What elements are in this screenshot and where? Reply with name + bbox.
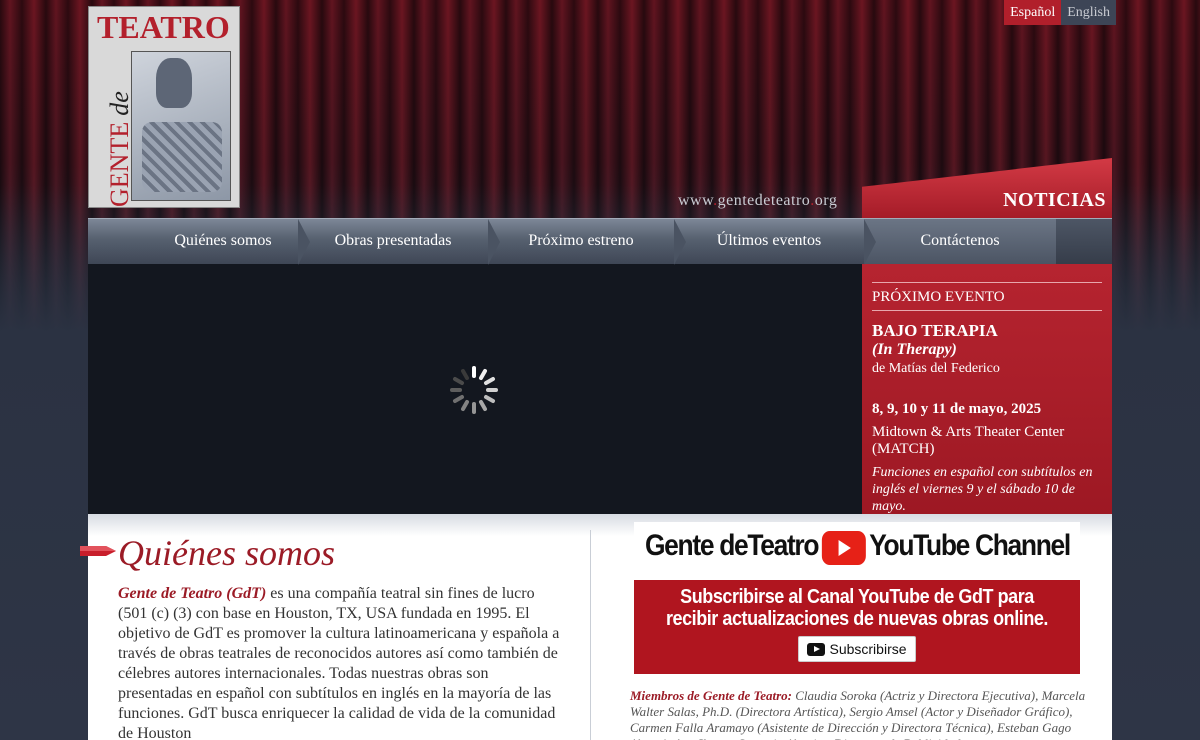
loading-spinner-icon — [450, 366, 498, 414]
youtube-brand-bar: Gente deTeatro YouTube Channel — [634, 522, 1080, 572]
column-divider — [590, 530, 591, 740]
subscribe-button[interactable]: Subscribirse — [798, 636, 916, 662]
language-english[interactable]: English — [1061, 0, 1116, 25]
event-kicker: PRÓXIMO EVENTO — [872, 289, 1005, 305]
about-body: es una compañía teatral sin fines de luc… — [118, 585, 560, 740]
members-text: Miembros de Gente de Teatro: Claudia Sor… — [630, 688, 1104, 740]
event-title[interactable]: BAJO TERAPIA — [872, 321, 1102, 341]
event-venue: Midtown & Arts Theater Center (MATCH) — [872, 424, 1065, 457]
youtube-message: Subscribirse al Canal YouTube de GdT par… — [665, 586, 1048, 630]
language-spanish[interactable]: Español — [1004, 0, 1062, 25]
site-logo[interactable]: TEATRO GENTE de — [88, 6, 240, 208]
video-slideshow[interactable] — [88, 264, 862, 514]
event-subtitle: (In Therapy) — [872, 341, 957, 358]
about-text: Gente de Teatro (GdT) es una compañía te… — [118, 584, 562, 740]
youtube-subscribe-box: Subscribirse al Canal YouTube de GdT par… — [634, 580, 1080, 674]
nav-tail — [1056, 219, 1112, 265]
logo-de: de — [105, 91, 134, 116]
heading-arrow-icon — [80, 546, 116, 556]
logo-gente-text: GENTE — [105, 121, 134, 207]
nav-item-quienes-somos[interactable]: Quiénes somos — [88, 219, 310, 265]
main-nav: Quiénes somos Obras presentadas Próximo … — [88, 218, 1112, 265]
next-event-panel: PRÓXIMO EVENTO BAJO TERAPIA (In Therapy)… — [862, 264, 1112, 514]
youtube-brand-left: Gente deTeatro — [644, 529, 820, 563]
event-author: de Matías del Federico — [872, 361, 1000, 376]
section-heading: Quiénes somos — [118, 533, 335, 573]
event-note: Funciones en español con subtítulos en i… — [872, 465, 1093, 514]
language-switch: Español English — [1004, 0, 1116, 25]
site-url: www.gentedeteatro.org — [678, 192, 838, 209]
url-tld: org — [814, 192, 838, 209]
content-area: Quiénes somos Gente de Teatro (GdT) es u… — [80, 514, 1112, 740]
nav-item-obras-presentadas[interactable]: Obras presentadas — [298, 219, 500, 265]
logo-artwork-icon — [131, 51, 231, 201]
youtube-play-icon — [821, 530, 866, 565]
subscribe-label: Subscribirse — [829, 641, 907, 657]
url-pre: www — [678, 192, 714, 209]
youtube-brand: Gente deTeatro YouTube Channel — [644, 529, 1071, 565]
youtube-mini-icon — [807, 642, 826, 656]
nav-item-proximo-estreno[interactable]: Próximo estreno — [488, 219, 686, 265]
logo-teatro: TEATRO — [97, 9, 230, 45]
event-dates: 8, 9, 10 y 11 de mayo, 2025 — [872, 401, 1042, 417]
url-name: gentedeteatro — [717, 192, 811, 209]
youtube-banner[interactable]: Gente deTeatro YouTube Channel Subscribir… — [634, 522, 1080, 674]
noticias-tab[interactable]: NOTICIAS — [1003, 189, 1106, 212]
gdt-name: Gente de Teatro (GdT) — [118, 585, 267, 602]
nav-item-contactenos[interactable]: Contáctenos — [864, 219, 1056, 265]
members-label: Miembros de Gente de Teatro: — [630, 688, 792, 703]
nav-item-ultimos-eventos[interactable]: Últimos eventos — [674, 219, 876, 265]
youtube-brand-right: YouTube Channel — [868, 529, 1071, 563]
